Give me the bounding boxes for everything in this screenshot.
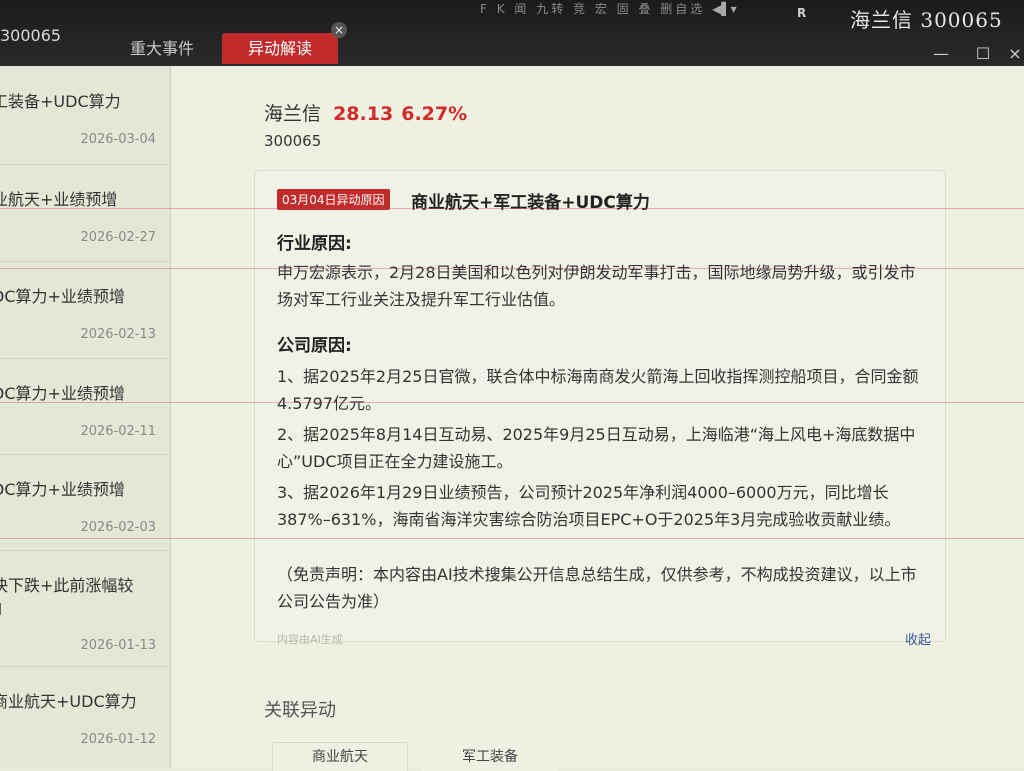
moire-line	[0, 268, 1024, 269]
list-item-title: 业航天+业绩预增	[0, 190, 118, 209]
list-item[interactable]: 业航天+业绩预增 2026-02-27	[0, 164, 170, 262]
list-item[interactable]: 快下跌+此前涨幅较 d 2026-01-13	[0, 550, 170, 667]
list-item-date: 2026-02-11	[80, 424, 156, 439]
list-item[interactable]: DC算力+业绩预增 2026-02-13	[0, 261, 170, 359]
list-item[interactable]: DC算力+业绩预增 2026-02-03	[0, 454, 170, 551]
list-item-title: 工装备+UDC算力	[0, 92, 121, 111]
moire-line	[0, 538, 1024, 539]
tab-anomaly-analysis[interactable]: 异动解读	[222, 33, 338, 64]
list-item-title: 快下跌+此前涨幅较	[0, 576, 134, 595]
anomaly-card: 03月04日异动原因 商业航天+军工装备+UDC算力 行业原因: 申万宏源表示，…	[254, 170, 946, 648]
list-item-date: 2026-02-13	[80, 327, 156, 342]
list-item-title: DC算力+业绩预增	[0, 480, 125, 499]
industry-heading: 行业原因:	[277, 234, 352, 254]
event-list: 工装备+UDC算力 2026-03-04 业航天+业绩预增 2026-02-27…	[0, 66, 171, 768]
ai-generated-note: 内容由AI生成	[277, 633, 343, 646]
stock-price: 28.13	[333, 103, 394, 125]
bookmark-icon[interactable]: ◀▌▾	[712, 2, 736, 16]
list-item[interactable]: 工装备+UDC算力 2026-03-04	[0, 66, 170, 165]
title-bar: 300065 F K 闻 九转 竞 宏 固 叠 删自选 ◀▌▾ R 海兰信 30…	[0, 0, 1024, 66]
r-badge: R	[797, 6, 807, 20]
card-title: 商业航天+军工装备+UDC算力	[411, 193, 650, 213]
toolbar-menu[interactable]: F K 闻 九转 竞 宏 固 叠 删自选 ◀▌▾	[480, 0, 737, 17]
stock-code: 300065	[264, 132, 322, 150]
date-badge: 03月04日异动原因	[277, 189, 390, 210]
list-item[interactable]: DC算力+业绩预增 2026-02-11	[0, 358, 170, 455]
moire-line	[0, 402, 1024, 403]
stock-code-label: 300065	[0, 26, 62, 45]
stock-header: 海兰信 28.13 6.27%	[264, 99, 467, 126]
detail-panel: 海兰信 28.13 6.27% 300065 03月04日异动原因 商业航天+军…	[172, 66, 1024, 771]
company-heading: 公司原因:	[277, 336, 352, 356]
stock-name: 海兰信	[264, 103, 322, 125]
maximize-button[interactable]: ☐	[972, 44, 994, 63]
window-stock-title: 海兰信 300065	[850, 8, 1003, 32]
list-item-date: 2026-01-12	[80, 732, 156, 747]
list-item-title-line2: d	[0, 600, 2, 619]
company-item-1: 1、据2025年2月25日官微，联合体中标海南商发火箭海上回收指挥测控船项目，合…	[277, 367, 919, 413]
moire-line	[0, 208, 1024, 209]
tab-close-icon[interactable]: ×	[331, 22, 347, 38]
related-heading: 关联异动	[264, 700, 336, 721]
company-item-2: 2、据2025年8月14日互动易、2025年9月25日互动易，上海临港“海上风电…	[277, 425, 916, 471]
collapse-link[interactable]: 收起	[905, 629, 931, 648]
tab-major-events[interactable]: 重大事件	[112, 33, 212, 64]
related-tag[interactable]: 军工装备	[422, 742, 558, 771]
list-item-title: DC算力+业绩预增	[0, 384, 125, 403]
list-item-date: 2026-03-04	[80, 132, 156, 147]
list-item-date: 2026-01-13	[80, 638, 156, 653]
disclaimer-text: （免责声明：本内容由AI技术搜集公开信息总结生成，仅供参考，不构成投资建议，以上…	[277, 565, 917, 611]
list-item-title: 商业航天+UDC算力	[0, 692, 137, 711]
list-item-title: DC算力+业绩预增	[0, 287, 125, 306]
related-tag[interactable]: 商业航天	[272, 742, 408, 771]
stock-change: 6.27%	[401, 103, 468, 125]
close-window-button[interactable]: ×	[1004, 44, 1024, 63]
list-item-date: 2026-02-27	[80, 230, 156, 245]
minimize-button[interactable]: —	[930, 44, 952, 63]
list-item[interactable]: 商业航天+UDC算力 2026-01-12	[0, 666, 170, 768]
list-item-date: 2026-02-03	[80, 520, 156, 535]
company-item-3: 3、据2026年1月29日业绩预告，公司预计2025年净利润4000–6000万…	[277, 483, 901, 529]
